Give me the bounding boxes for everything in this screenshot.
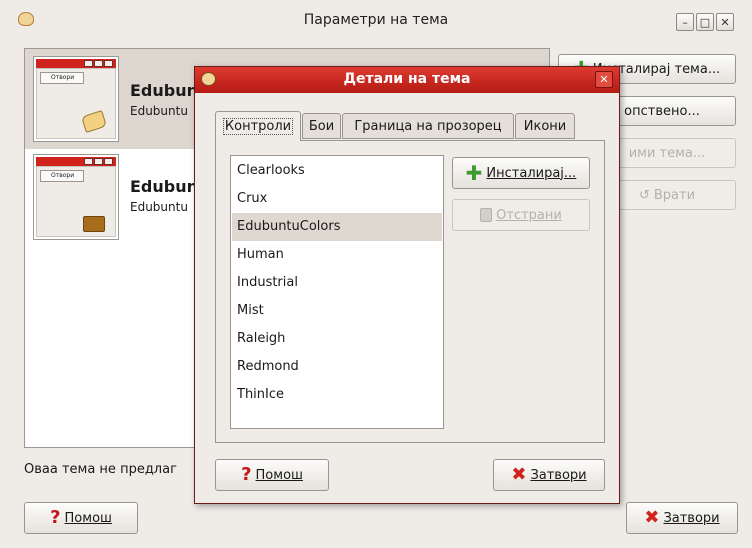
dialog-title: Детали на тема — [343, 71, 471, 87]
list-item[interactable]: Raleigh — [232, 325, 442, 353]
theme-name: Edubun — [130, 177, 199, 196]
close-x-icon: ✖ — [511, 464, 527, 485]
tab-controls[interactable]: Контроли — [215, 111, 301, 141]
open-button-preview: Отвори — [40, 170, 84, 182]
list-item[interactable]: Human — [232, 241, 442, 269]
main-titlebar: Параметри на тема – □ ✕ — [0, 0, 752, 40]
tab-icons[interactable]: Икони — [515, 113, 575, 139]
folder-icon — [80, 110, 108, 133]
remove-button[interactable]: Отстрани — [452, 199, 590, 231]
help-icon: ? — [241, 464, 252, 485]
help-icon: ? — [50, 507, 61, 528]
theme-details-dialog: Детали на тема ✕ Контроли Бои Граница на… — [194, 66, 620, 504]
maximize-button[interactable]: □ — [696, 13, 714, 31]
tab-window-border[interactable]: Граница на прозорец — [342, 113, 514, 139]
close-x-icon: ✖ — [644, 507, 660, 528]
trash-icon — [480, 208, 493, 222]
theme-name: Edubun — [130, 81, 199, 100]
theme-preview: Отвори — [33, 56, 119, 142]
help-button[interactable]: ? Помош — [24, 502, 138, 534]
dialog-help-button[interactable]: ? Помош — [215, 459, 329, 491]
theme-list[interactable]: Clearlooks Crux EdubuntuColors Human Ind… — [230, 155, 444, 429]
theme-description: Edubuntu — [130, 104, 188, 118]
folder-icon — [83, 216, 105, 232]
theme-description: Edubuntu — [130, 200, 188, 214]
dialog-titlebar: Детали на тема ✕ — [195, 67, 619, 93]
list-item-selected[interactable]: EdubuntuColors — [232, 213, 442, 241]
list-item[interactable]: ThinIce — [232, 381, 442, 409]
list-item[interactable]: Industrial — [232, 269, 442, 297]
dialog-close-action-button[interactable]: ✖ Затвори — [493, 459, 605, 491]
tab-colors[interactable]: Бои — [302, 113, 341, 139]
dialog-close-button[interactable]: ✕ — [595, 71, 613, 88]
open-button-preview: Отвори — [40, 72, 84, 84]
list-item[interactable]: Redmond — [232, 353, 442, 381]
install-button[interactable]: ✚ Инсталирај... — [452, 157, 590, 189]
close-button[interactable]: ✖ Затвори — [626, 502, 738, 534]
list-item[interactable]: Mist — [232, 297, 442, 325]
minimize-button[interactable]: – — [676, 13, 694, 31]
footer-note: Оваа тема не предлаг — [24, 462, 177, 477]
list-item[interactable]: Crux — [232, 185, 442, 213]
theme-preview: Отвори — [33, 154, 119, 240]
close-window-button[interactable]: ✕ — [716, 13, 734, 31]
plus-icon: ✚ — [465, 161, 483, 185]
main-window-title: Параметри на тема — [303, 12, 449, 28]
list-item[interactable]: Clearlooks — [232, 157, 442, 185]
tab-panel: Clearlooks Crux EdubuntuColors Human Ind… — [215, 140, 605, 443]
